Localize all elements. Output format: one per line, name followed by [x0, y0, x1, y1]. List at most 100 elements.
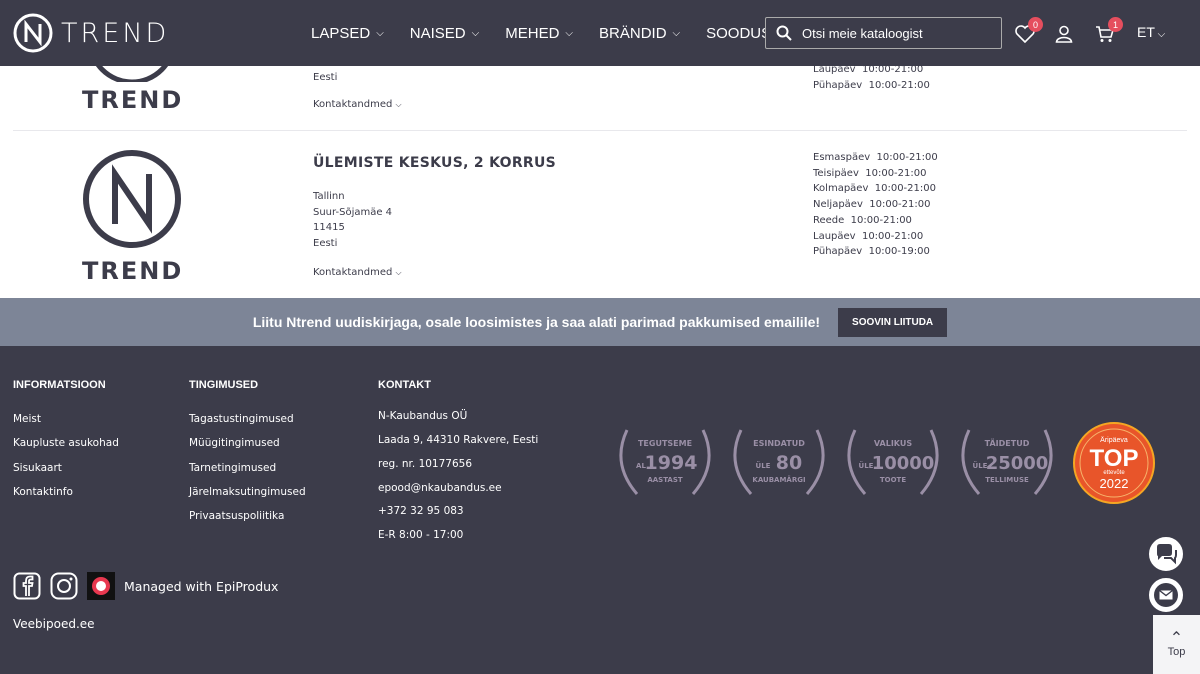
- footer-link[interactable]: Sisukaart: [13, 462, 62, 474]
- store-address: Tallinn Suur-Sõjamäe 4 11415 Eesti: [313, 189, 392, 251]
- contact-email-link[interactable]: epood@nkaubandus.ee: [378, 482, 502, 494]
- envelope-icon: [1154, 583, 1178, 607]
- contact-line: reg. nr. 10177656: [378, 458, 473, 470]
- contact-phone-link[interactable]: +372 32 95 083: [378, 505, 464, 517]
- nav-label: LAPSED: [311, 24, 371, 42]
- store-hours: Laupäev 10:00-21:00 Pühapäev 10:00-21:00: [813, 66, 930, 93]
- chevron-down-icon: ⌵: [1154, 29, 1166, 40]
- veebipoed-link[interactable]: Veebipoed.ee: [13, 617, 95, 631]
- language-selector[interactable]: ET ⌵: [1137, 24, 1165, 40]
- newsletter-bar: Liitu Ntrend uudiskirjaga, osale loosimi…: [0, 298, 1200, 346]
- footer-link[interactable]: Meist: [13, 413, 41, 425]
- store-list: TREND Eesti Kontaktandmed ⌵ Laupäev 10:0…: [0, 66, 1200, 298]
- account-button[interactable]: [1052, 22, 1076, 46]
- hours-row: Laupäev 10:00-21:00: [813, 230, 924, 242]
- nav-brandid[interactable]: BRÄNDID ⌵: [599, 25, 680, 42]
- search-input[interactable]: [802, 25, 992, 41]
- brand-n-icon: [83, 150, 181, 248]
- aripaev-top-award: Äripäeva TOP ettevõte 2022: [1073, 422, 1155, 504]
- contact-line: N-Kaubandus OÜ: [378, 410, 468, 422]
- chat-icon: [1157, 544, 1177, 565]
- chevron-down-icon: ⌵: [672, 27, 681, 39]
- epiprodux-logo-icon[interactable]: [87, 572, 115, 600]
- address-line: 11415: [313, 222, 345, 233]
- brand-logo[interactable]: TREND: [13, 13, 169, 53]
- footer-link[interactable]: Kaupluste asukohad: [13, 437, 119, 449]
- laurel-badge: TEGUTSEME AL 1994 AASTAST: [619, 429, 711, 495]
- footer-link[interactable]: Müügitingimused: [189, 437, 280, 449]
- footer-link[interactable]: Tagastustingimused: [189, 413, 294, 425]
- wishlist-count-badge: 0: [1028, 17, 1043, 32]
- chevron-down-icon: ⌵: [395, 268, 402, 277]
- hours-row: Kolmapäev 10:00-21:00: [813, 183, 936, 195]
- nav-lapsed[interactable]: LAPSED ⌵: [311, 25, 384, 42]
- address-line: Suur-Sõjamäe 4: [313, 206, 393, 218]
- nav-naised[interactable]: NAISED ⌵: [410, 25, 479, 42]
- hours-row: Teisipäev 10:00-21:00: [813, 167, 927, 179]
- chevron-down-icon: ⌵: [565, 27, 574, 39]
- footer-link[interactable]: Privaatsuspoliitika: [189, 510, 284, 522]
- contact-line: E-R 8:00 - 17:00: [378, 529, 464, 541]
- brand-name: TREND: [61, 17, 170, 49]
- cart-button[interactable]: 1: [1093, 17, 1123, 46]
- badge-number: 25000: [986, 453, 1049, 474]
- nav-label: SOODUS: [706, 24, 772, 42]
- hours-row: Neljapäev 10:00-21:00: [813, 199, 931, 211]
- badge-top-text: ESINDATUD: [753, 439, 805, 448]
- badge-top-text: TÄIDETUD: [985, 438, 1030, 448]
- laurel-badge: VALIKUS ÜLE 10000 TOOTE: [847, 429, 939, 495]
- contact-label: Kontaktandmed: [313, 267, 393, 278]
- chevron-down-icon: ⌵: [376, 27, 384, 39]
- instagram-icon[interactable]: [50, 572, 78, 600]
- store-logo: TREND: [82, 149, 182, 285]
- store-logo-text: TREND: [82, 257, 184, 285]
- badge-number: 80: [776, 452, 802, 474]
- award-top-text: Äripäeva: [1100, 436, 1128, 444]
- nav-mehed[interactable]: MEHED ⌵: [505, 25, 573, 42]
- badge-bottom-text: KAUBAMÄRGI: [752, 475, 805, 484]
- nav-soodus[interactable]: SOODUS: [706, 25, 771, 42]
- laurel-badge: TÄIDETUD ÜLE 25000 TELLIMUSE: [961, 429, 1053, 495]
- badge-bottom-text: AASTAST: [647, 476, 683, 484]
- address-line: Tallinn: [313, 191, 345, 202]
- store-contact-toggle[interactable]: Kontaktandmed ⌵: [313, 99, 402, 110]
- award-year: 2022: [1100, 476, 1129, 491]
- badge-pre-text: ÜLE: [756, 461, 771, 470]
- nav-label: NAISED: [409, 24, 466, 42]
- store-hours: Esmaspäev 10:00-21:00 Teisipäev 10:00-21…: [813, 150, 938, 260]
- brand-n-icon: [95, 66, 169, 85]
- footer-info-title: INFORMATSIOON: [13, 379, 106, 391]
- store-title: ÜLEMISTE KESKUS, 2 KORRUS: [313, 155, 557, 171]
- footer-contact-title: KONTAKT: [378, 379, 431, 391]
- badge-top-text: TEGUTSEME: [638, 439, 692, 448]
- email-contact-button[interactable]: [1147, 576, 1185, 614]
- hours-row: Reede 10:00-21:00: [813, 214, 912, 226]
- hours-row: Esmaspäev 10:00-21:00: [813, 152, 938, 163]
- address-line: Eesti: [313, 237, 338, 249]
- laurel-badge: ESINDATUD ÜLE 80 KAUBAMÄRGI: [733, 429, 825, 495]
- footer-link[interactable]: Tarnetingimused: [189, 462, 276, 474]
- managed-with-link[interactable]: Managed with EpiProdux: [124, 579, 278, 594]
- badge-number: 10000: [872, 453, 935, 474]
- newsletter-subscribe-button[interactable]: SOOVIN LIITUDA: [838, 307, 948, 337]
- scroll-to-top-button[interactable]: ⌃ Top: [1153, 615, 1200, 674]
- language-label: ET: [1137, 24, 1155, 40]
- facebook-icon[interactable]: [13, 572, 41, 600]
- top-label: Top: [1167, 645, 1186, 658]
- badge-bottom-text: TOOTE: [880, 476, 906, 484]
- wishlist-button[interactable]: 0: [1013, 17, 1043, 46]
- store-contact-toggle[interactable]: Kontaktandmed ⌵: [313, 267, 402, 278]
- footer-link[interactable]: Kontaktinfo: [13, 486, 73, 498]
- badge-top-text: VALIKUS: [874, 439, 912, 448]
- cart-count-badge: 1: [1108, 17, 1123, 32]
- footer-link[interactable]: Järelmaksutingimused: [189, 486, 306, 498]
- hours-row: Pühapäev 10:00-19:00: [813, 246, 930, 258]
- store-logo-text: TREND: [82, 86, 184, 114]
- newsletter-text: Liitu Ntrend uudiskirjaga, osale loosimi…: [252, 314, 821, 330]
- chevron-up-icon: ⌃: [1169, 629, 1184, 647]
- chat-button[interactable]: [1147, 535, 1185, 573]
- search-icon[interactable]: [766, 25, 802, 41]
- site-header: TREND LAPSED ⌵ NAISED ⌵ MEHED ⌵ BRÄNDID ⌵ SO…: [0, 0, 1200, 66]
- store-address: Eesti: [313, 70, 337, 86]
- search-box: [765, 17, 1002, 49]
